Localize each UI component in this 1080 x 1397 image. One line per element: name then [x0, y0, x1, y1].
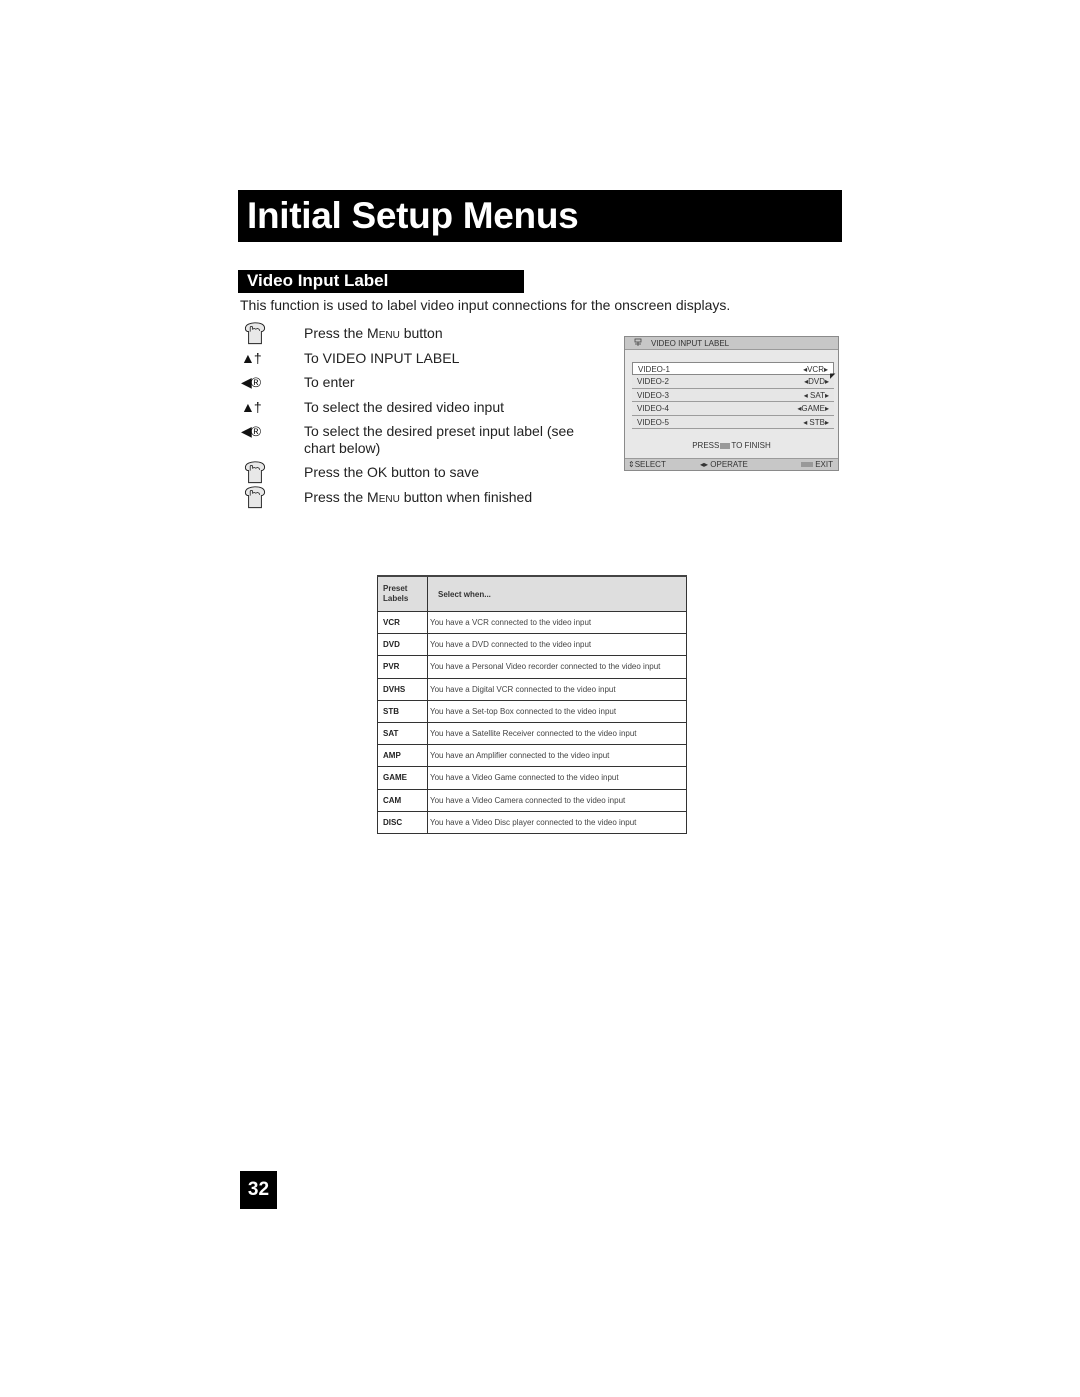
step-text: To select the desired video input: [304, 398, 505, 415]
osd-finish-post: TO FINISH: [731, 441, 771, 450]
preset-label: DVD: [377, 633, 428, 657]
preset-label: DVHS: [377, 677, 428, 701]
osd-exit-hint: EXIT: [801, 460, 833, 469]
step-item: Press the OK button to save: [240, 461, 610, 486]
step-item: Press the Menu button when finished: [240, 486, 610, 511]
table-row: VCR You have a VCR connected to the video…: [377, 610, 687, 635]
step-item: ▲† To select the desired video input: [240, 396, 610, 421]
preset-label: VCR: [377, 610, 428, 635]
step-item: Press the Menu button: [240, 322, 610, 347]
preset-description: You have a Video Camera connected to the…: [427, 788, 687, 812]
table-row: STB You have a Set-top Box connected to t…: [377, 699, 687, 723]
osd-finish-pre: PRESS: [692, 441, 720, 450]
preset-labels-table: Preset Labels Select when... VCR You have…: [377, 575, 687, 834]
step-text: Press the Menu button when finished: [304, 488, 533, 505]
intro-text: This function is used to label video inp…: [240, 297, 731, 313]
step-text: Press the OK button to save: [304, 464, 480, 481]
preset-label: AMP: [377, 744, 428, 768]
page-number-badge: 32: [240, 1171, 277, 1209]
osd-row-name: VIDEO-4: [637, 404, 670, 414]
preset-description: You have a DVD connected to the video in…: [427, 633, 687, 657]
setup-icon: [634, 338, 642, 346]
preset-description: You have a Video Disc player connected t…: [427, 810, 687, 834]
remote-button-hand-icon: [244, 322, 266, 345]
osd-finish-hint: PRESS TO FINISH: [625, 441, 838, 450]
step-item: ▲† To VIDEO INPUT LABEL: [240, 347, 610, 372]
table-row: CAM You have a Video Camera connected to …: [377, 788, 687, 812]
osd-operate-hint: ◂▸ OPERATE: [700, 460, 748, 469]
osd-row: VIDEO-2 ◂DVD▸: [632, 375, 834, 389]
step-text: To VIDEO INPUT LABEL: [304, 349, 460, 366]
preset-description: You have a VCR connected to the video in…: [427, 610, 687, 635]
table-row: AMP You have an Amplifier connected to th…: [377, 744, 687, 768]
step-item: ◀® To enter: [240, 371, 610, 396]
osd-title: VIDEO INPUT LABEL: [651, 339, 730, 348]
cursor-icon: ◤: [830, 373, 836, 380]
osd-select-hint: ⇕SELECT: [628, 460, 666, 469]
preset-description: You have a Digital VCR connected to the …: [427, 677, 687, 701]
step-text: Press the Menu button: [304, 325, 443, 341]
preset-label: GAME: [377, 766, 428, 790]
preset-description: You have an Amplifier connected to the v…: [427, 744, 687, 768]
column-header-select-when: Select when...: [427, 575, 687, 612]
preset-label: SAT: [377, 721, 428, 746]
up-down-arrows-icon: ▲†: [241, 398, 262, 415]
preset-description: You have a Personal Video recorder conne…: [427, 655, 687, 679]
menu-button-icon: [801, 462, 814, 468]
left-right-arrows-icon: ◀®: [241, 423, 261, 440]
osd-row-value: ◂ SAT▸: [803, 390, 829, 400]
step-text: To enter: [304, 374, 355, 391]
osd-row-name: VIDEO-5: [637, 417, 670, 427]
step-text: To select the desired preset input label…: [304, 423, 575, 457]
osd-row: VIDEO-5 ◂ STB▸: [632, 415, 834, 429]
section-title: Video Input Label: [247, 271, 389, 290]
page-title: Initial Setup Menus: [247, 195, 579, 236]
preset-label: STB: [377, 699, 428, 723]
preset-label: DISC: [377, 810, 428, 834]
table-row: PVR You have a Personal Video recorder co…: [377, 655, 687, 679]
table-row: DVD You have a DVD connected to the video…: [377, 633, 687, 657]
osd-row-value: ◂DVD▸: [804, 377, 829, 387]
osd-row-name: VIDEO-2: [637, 377, 670, 387]
osd-row-value: ◂GAME▸: [797, 404, 829, 414]
step-item: ◀® To select the desired preset input la…: [240, 420, 610, 461]
osd-row-name: VIDEO-3: [637, 390, 670, 400]
preset-description: You have a Video Game connected to the v…: [427, 766, 687, 790]
remote-button-hand-icon: [244, 486, 266, 509]
ok-button-icon: [720, 442, 731, 449]
osd-row: VIDEO-3 ◂ SAT▸: [632, 388, 834, 403]
page-title-bar: Initial Setup Menus: [238, 190, 842, 242]
onscreen-menu-screenshot: VIDEO INPUT LABEL VIDEO-1 ◂VCR▸ VIDEO-2 …: [624, 336, 839, 471]
osd-row-value: ◂VCR▸: [803, 365, 828, 374]
left-right-arrows-icon: ◀®: [241, 374, 261, 391]
up-down-arrows-icon: ▲†: [241, 349, 262, 366]
column-header-preset-labels: Preset Labels: [377, 575, 428, 612]
section-title-bar: Video Input Label: [238, 270, 524, 293]
osd-row-value: ◂ STB▸: [803, 417, 829, 427]
osd-row-selected: VIDEO-1 ◂VCR▸: [632, 362, 834, 376]
remote-button-hand-icon: [244, 461, 266, 484]
instruction-steps: Press the Menu button ▲† To VIDEO INPUT …: [240, 322, 610, 511]
page-number: 32: [247, 1179, 270, 1200]
osd-footer: ⇕SELECT ◂▸ OPERATE EXIT: [625, 458, 838, 470]
osd-input-list: VIDEO-1 ◂VCR▸ VIDEO-2 ◂DVD▸ VIDEO-3 ◂ SA…: [632, 362, 834, 429]
preset-label: CAM: [377, 788, 428, 812]
table-row: GAME You have a Video Game connected to t…: [377, 766, 687, 790]
preset-description: You have a Set-top Box connected to the …: [427, 699, 687, 723]
osd-row-name: VIDEO-1: [638, 365, 671, 374]
table-row: SAT You have a Satellite Receiver connect…: [377, 721, 687, 746]
osd-row: VIDEO-4 ◂GAME▸: [632, 402, 834, 416]
preset-description: You have a Satellite Receiver connected …: [427, 721, 687, 746]
table-row: DISC You have a Video Disc player connect…: [377, 810, 687, 834]
osd-header: VIDEO INPUT LABEL: [625, 337, 838, 350]
table-header-row: Preset Labels Select when...: [377, 575, 687, 612]
preset-label: PVR: [377, 655, 428, 679]
table-row: DVHS You have a Digital VCR connected to …: [377, 677, 687, 701]
